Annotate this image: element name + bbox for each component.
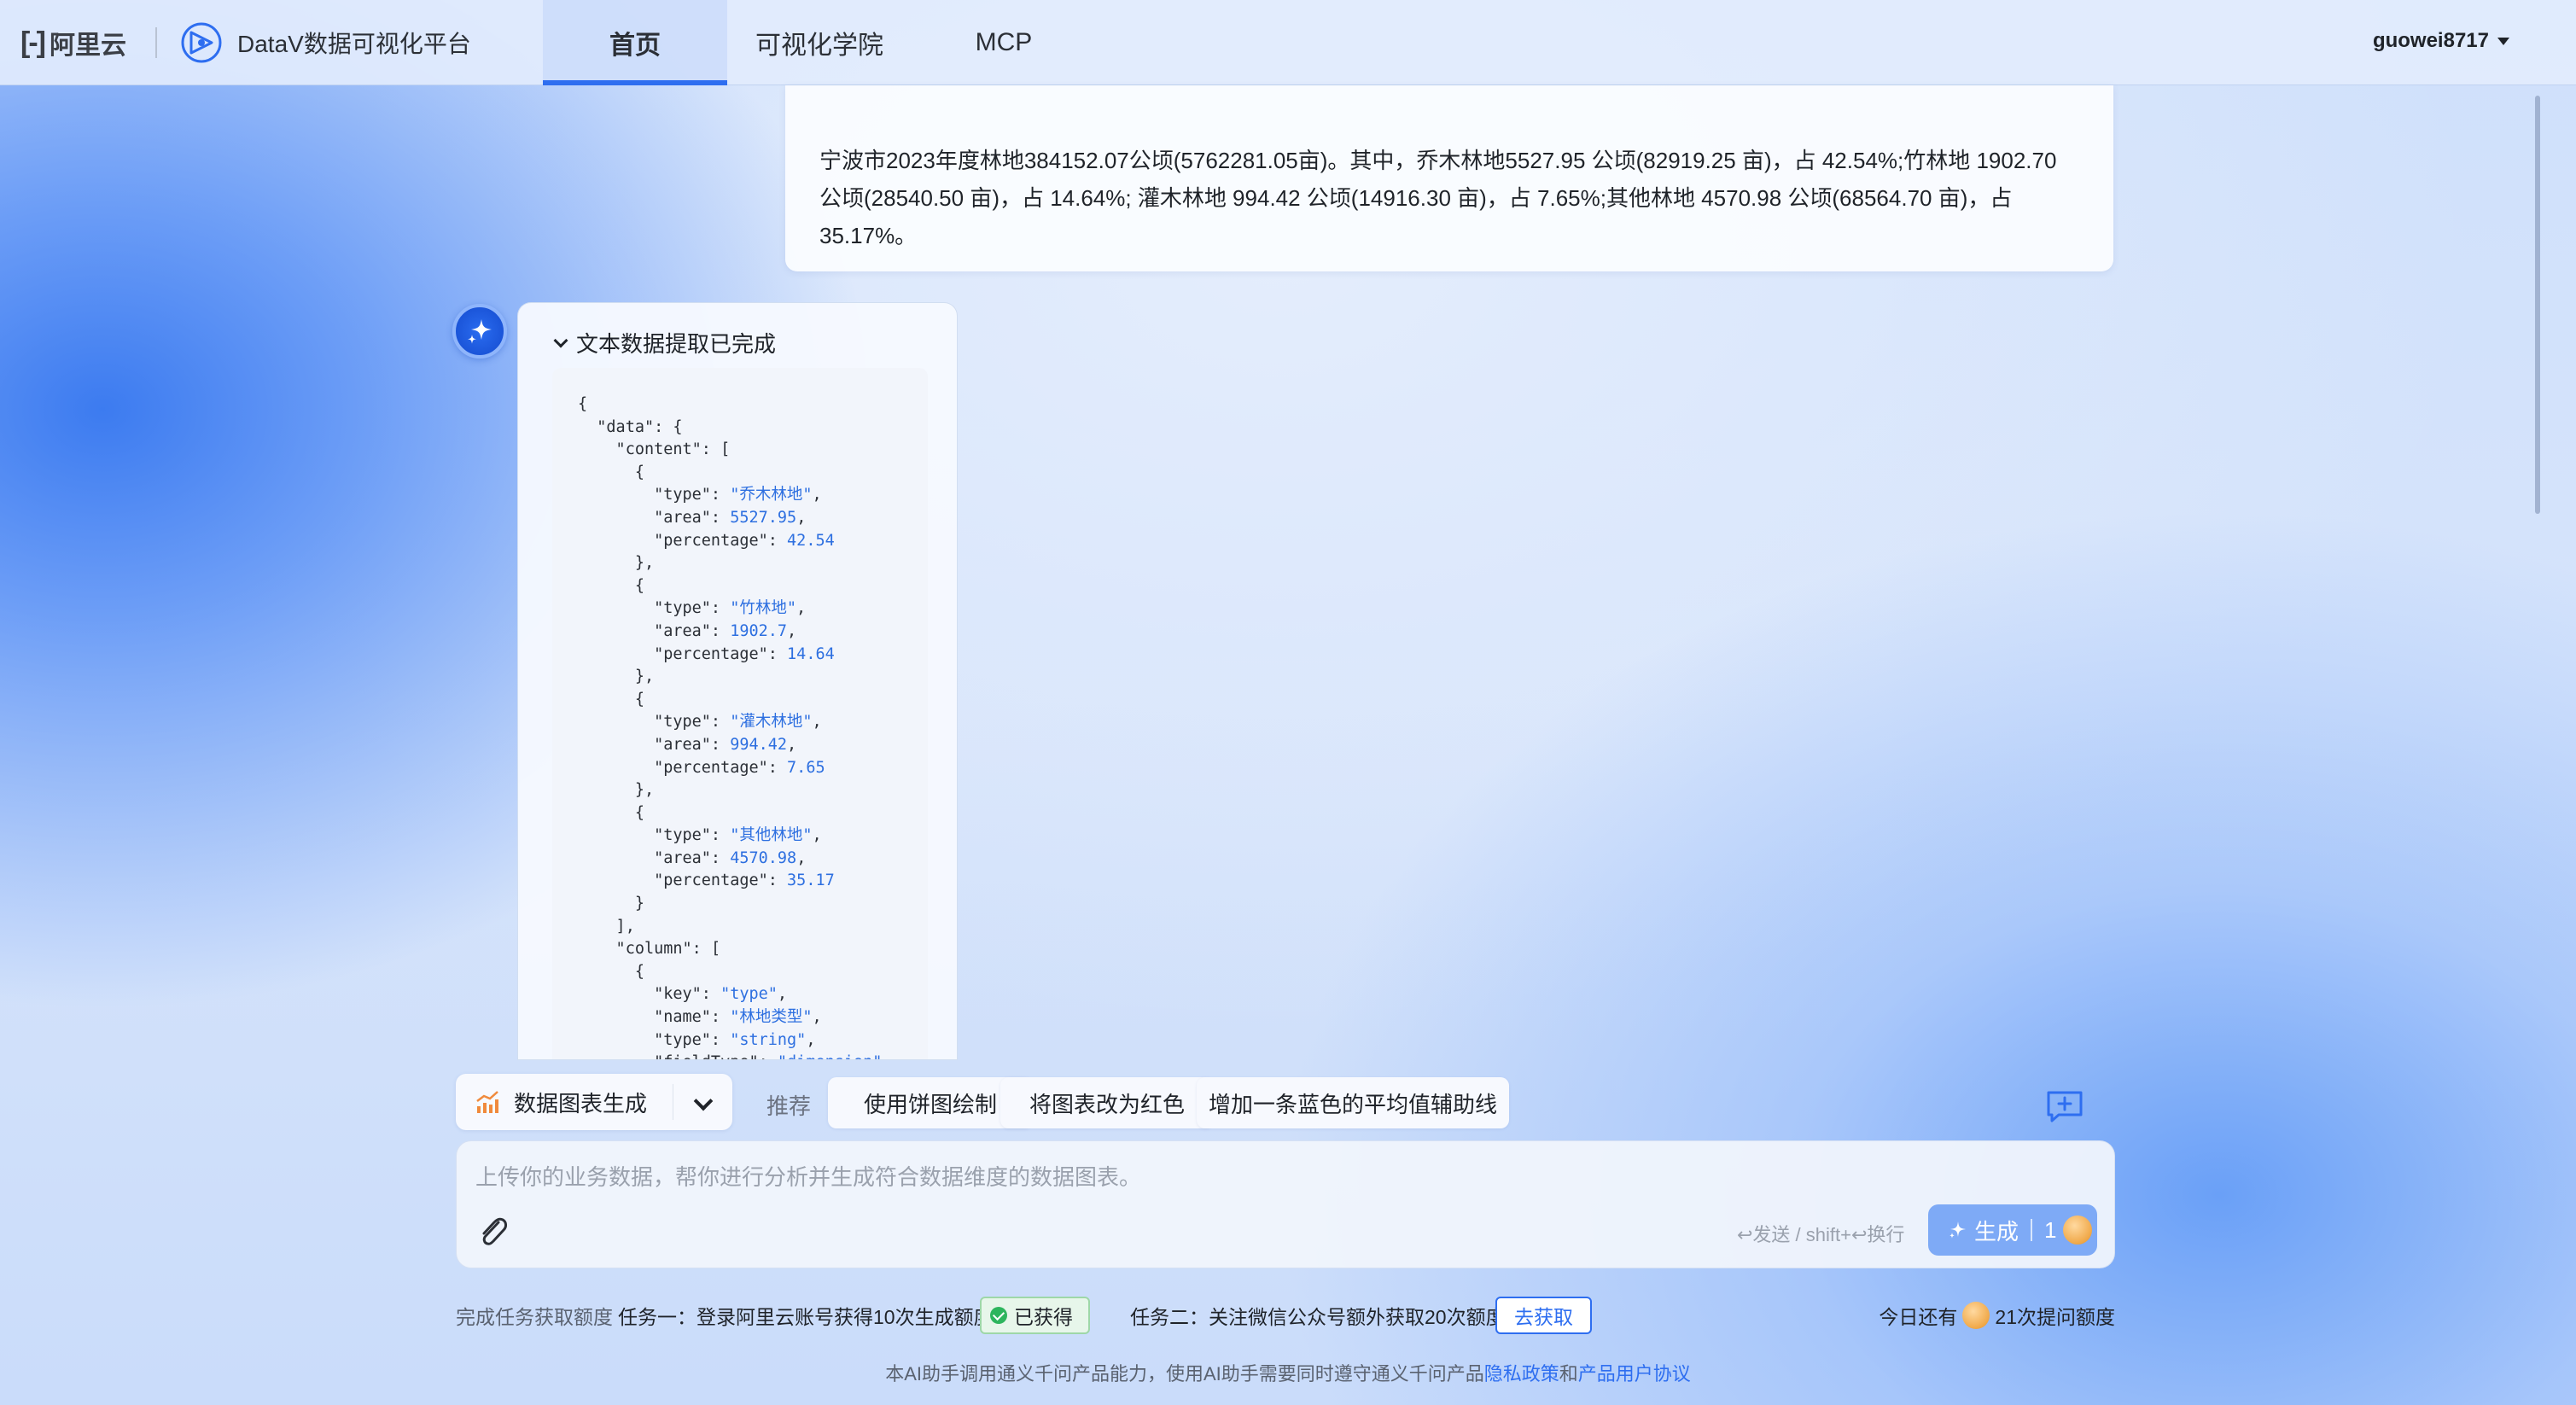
task2-button-label: 去获取 — [1514, 1306, 1573, 1328]
sparkle-icon — [468, 319, 492, 344]
datav-brand[interactable]: DataV数据可视化平台 — [179, 19, 471, 67]
generate-button[interactable]: 生成 1 — [1928, 1204, 2097, 1256]
caret-down-icon — [2497, 37, 2509, 45]
product-title: DataV数据可视化平台 — [237, 31, 471, 57]
tab-label: 首页 — [609, 32, 661, 60]
generate-divider — [2031, 1219, 2033, 1241]
task1-status-badge: 已获得 — [980, 1297, 1090, 1334]
user-message-text: 宁波市2023年度林地384152.07公顷(5762281.05亩)。其中，乔… — [819, 148, 2057, 248]
footer-and: 和 — [1559, 1363, 1578, 1385]
code-line: "area": 5527.95, — [578, 508, 807, 527]
code-line: "content": [ — [578, 440, 731, 459]
brand-divider — [155, 27, 157, 58]
coin-icon — [1962, 1302, 1990, 1329]
mode-select[interactable]: 数据图表生成 — [456, 1074, 732, 1130]
username: guowei8717 — [2372, 29, 2489, 52]
aliyun-logo[interactable]: [-] 阿里云 — [20, 22, 126, 63]
message-input[interactable]: 上传你的业务数据，帮你进行分析并生成符合数据维度的数据图表。 — [475, 1160, 1141, 1192]
code-line: "type": "其他林地", — [578, 826, 822, 845]
footer-disclaimer: 本AI助手调用通义千问产品能力，使用AI助手需要同时遵守通义千问产品隐私政策和产… — [0, 1359, 2576, 1386]
coin-icon — [2063, 1216, 2093, 1245]
recommend-label: 推荐 — [766, 1093, 812, 1119]
chevron-down-icon[interactable] — [693, 1091, 714, 1111]
sparkle-icon — [1949, 1221, 1966, 1239]
code-line: "data": { — [578, 417, 683, 436]
check-circle-icon — [990, 1307, 1007, 1324]
code-line: }, — [578, 668, 655, 686]
suggestion-label: 将图表改为红色 — [1029, 1091, 1185, 1117]
task1-text: 任务一：登录阿里云账号获得10次生成额度 — [618, 1306, 994, 1328]
mode-select-label: 数据图表生成 — [514, 1090, 648, 1116]
chart-trend-icon — [476, 1091, 498, 1113]
tab-home[interactable]: 首页 — [543, 0, 727, 85]
code-line: "type": "竹林地", — [578, 599, 807, 618]
code-line: "area": 994.42, — [578, 735, 797, 754]
task-row: 完成任务获取额度 任务一：登录阿里云账号获得10次生成额度 已获得 任务二：关注… — [456, 1296, 2115, 1335]
code-line: { — [578, 962, 644, 981]
task2-text: 任务二：关注微信公众号额外获取20次额度 — [1130, 1306, 1506, 1328]
send-hint: ↩发送 / shift+↩换行 — [1737, 1224, 1905, 1245]
tab-label: 可视化学院 — [755, 32, 883, 60]
chat-composer: 上传你的业务数据，帮你进行分析并生成符合数据维度的数据图表。 ↩发送 / shi… — [456, 1140, 2115, 1268]
code-line: "percentage": 42.54 — [578, 531, 835, 550]
paperclip-icon[interactable] — [475, 1213, 510, 1251]
aliyun-logo-icon: [-] — [20, 26, 46, 59]
code-line: "type": "乔木林地", — [578, 486, 822, 504]
code-line: "type": "灌木林地", — [578, 713, 822, 732]
user-menu[interactable]: guowei8717 — [2373, 29, 2509, 53]
user-agreement-link[interactable]: 产品用户协议 — [1578, 1363, 1691, 1385]
code-line: "percentage": 35.17 — [578, 872, 835, 890]
code-line: { — [578, 803, 644, 822]
code-line: { — [578, 576, 644, 595]
user-message-bubble: 宁波市2023年度林地384152.07公顷(5762281.05亩)。其中，乔… — [785, 85, 2113, 271]
task2-get-button[interactable]: 去获取 — [1495, 1297, 1592, 1334]
suggestion-label: 增加一条蓝色的平均值辅助线 — [1208, 1091, 1497, 1117]
assistant-message-card: 文本数据提取已完成 { "data": { "content": [ { "ty… — [517, 302, 958, 1060]
task1-badge-label: 已获得 — [1014, 1306, 1073, 1328]
quota-info: 今日还有 21次提问额度 — [1879, 1296, 2115, 1335]
code-line: }, — [578, 781, 655, 800]
footer-note-text: 本AI助手调用通义千问产品能力，使用AI助手需要同时遵守通义千问产品 — [885, 1363, 1484, 1385]
code-line: "percentage": 7.65 — [578, 758, 825, 777]
generate-cost: 1 — [2044, 1216, 2057, 1243]
quota-suffix: 21次提问额度 — [1995, 1306, 2115, 1328]
json-code-block: { "data": { "content": [ { "type": "乔木林地… — [552, 368, 928, 1059]
code-line: { — [578, 463, 644, 481]
code-line: "area": 4570.98, — [578, 848, 807, 867]
generate-label: 生成 — [1974, 1218, 2019, 1245]
datav-logo-icon — [181, 22, 222, 63]
suggestion-label: 使用饼图绘制 — [863, 1091, 997, 1117]
chevron-down-icon — [553, 333, 568, 347]
task-intro: 完成任务获取额度 — [456, 1306, 613, 1328]
top-nav: [-] 阿里云 DataV数据可视化平台 首页 可视化学院 MCP guowei… — [0, 0, 2576, 85]
new-chat-icon[interactable] — [2045, 1089, 2084, 1123]
tab-mcp[interactable]: MCP — [912, 0, 1096, 85]
code-line: "area": 1902.7, — [578, 621, 797, 640]
code-line: "column": [ — [578, 940, 721, 959]
suggestion-chip-avg-line[interactable]: 增加一条蓝色的平均值辅助线 — [1197, 1077, 1509, 1128]
extraction-status-title: 文本数据提取已完成 — [576, 331, 777, 357]
suggestion-chip-red[interactable]: 将图表改为红色 — [1000, 1077, 1214, 1128]
extraction-toggle[interactable]: 文本数据提取已完成 — [553, 327, 777, 359]
code-line: { — [578, 395, 588, 413]
code-line: } — [578, 895, 644, 913]
code-line: "name": "林地类型", — [578, 1008, 822, 1027]
code-line: ], — [578, 917, 635, 936]
code-line: { — [578, 690, 644, 708]
code-line: "percentage": 14.64 — [578, 644, 835, 663]
code-line: }, — [578, 554, 655, 573]
tab-academy[interactable]: 可视化学院 — [727, 0, 912, 85]
code-line: "key": "type", — [578, 985, 788, 1004]
assistant-avatar — [452, 304, 507, 359]
privacy-policy-link[interactable]: 隐私政策 — [1484, 1363, 1559, 1385]
scrollbar-thumb[interactable] — [2535, 96, 2540, 514]
tab-label: MCP — [975, 28, 1033, 56]
quota-prefix: 今日还有 — [1879, 1306, 1958, 1328]
json-code-text: { "data": { "content": [ { "type": "乔木林地… — [578, 394, 928, 1059]
aliyun-logo-text: 阿里云 — [49, 32, 126, 60]
code-line: "fieldType": "dimension" — [578, 1053, 882, 1059]
code-line: "type": "string", — [578, 1030, 816, 1049]
